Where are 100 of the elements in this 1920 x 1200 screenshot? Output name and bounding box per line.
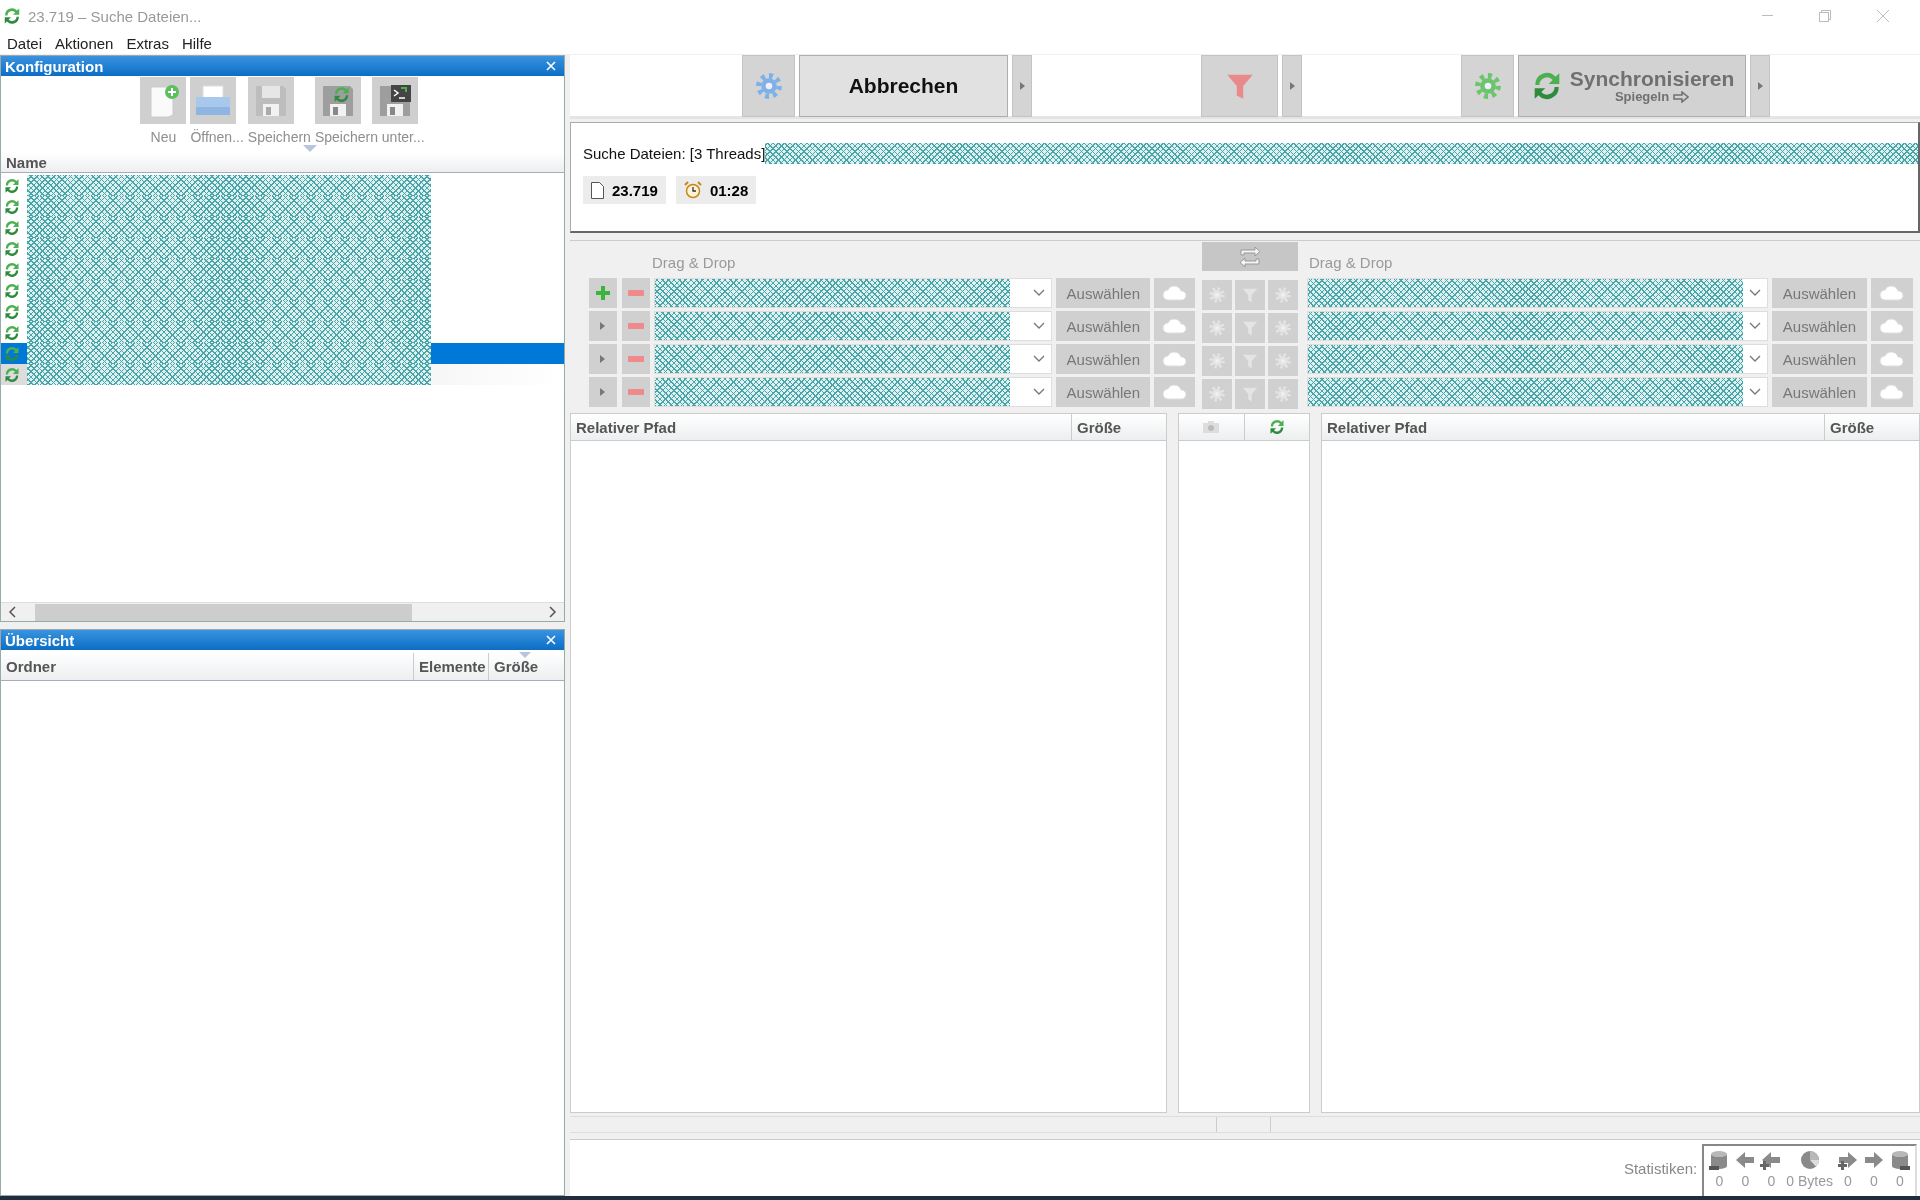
cloud-icon bbox=[1879, 384, 1905, 400]
chevron-down-icon[interactable] bbox=[1749, 289, 1761, 297]
arrow-left-plus-icon bbox=[1760, 1149, 1783, 1171]
settings-button[interactable] bbox=[1202, 313, 1232, 343]
folder-path-field[interactable] bbox=[653, 377, 1053, 407]
cloud-button[interactable] bbox=[1871, 278, 1913, 308]
folder-path-field[interactable] bbox=[653, 311, 1053, 341]
cloud-button[interactable] bbox=[1154, 344, 1195, 374]
column-header[interactable]: Name bbox=[1, 153, 564, 173]
column-header[interactable]: Größe bbox=[489, 653, 564, 680]
pie-chart-icon bbox=[1798, 1149, 1821, 1171]
minimize-icon[interactable] bbox=[1761, 15, 1773, 17]
minus-icon bbox=[627, 290, 644, 296]
sync-icon bbox=[3, 218, 21, 237]
chevron-down-icon[interactable] bbox=[1033, 322, 1046, 330]
cloud-icon bbox=[1161, 384, 1188, 400]
dropdown-button[interactable] bbox=[1282, 54, 1302, 117]
expand-button[interactable] bbox=[589, 344, 617, 374]
column-header[interactable]: Elemente bbox=[414, 653, 489, 680]
cloud-button[interactable] bbox=[1871, 344, 1913, 374]
expand-button[interactable] bbox=[589, 311, 617, 341]
settings-button[interactable] bbox=[742, 54, 795, 117]
filter-button[interactable] bbox=[1235, 346, 1265, 376]
cloud-button[interactable] bbox=[1871, 377, 1913, 407]
chevron-down-icon[interactable] bbox=[1033, 388, 1046, 396]
column-header[interactable]: Größe bbox=[1072, 414, 1166, 440]
cloud-icon bbox=[1161, 351, 1188, 367]
settings-button[interactable] bbox=[1202, 379, 1232, 409]
column-header[interactable]: Relativer Pfad bbox=[571, 414, 1072, 440]
cloud-button[interactable] bbox=[1871, 311, 1913, 341]
statistic-value: 0 bbox=[1715, 1173, 1724, 1189]
settings-icon bbox=[1274, 352, 1292, 370]
settings-icon bbox=[1274, 286, 1292, 304]
settings-button[interactable] bbox=[1202, 280, 1232, 310]
drop-hint: Drag & Drop bbox=[651, 253, 737, 273]
settings-icon bbox=[1274, 319, 1292, 337]
sync-icon bbox=[3, 260, 21, 279]
filter-button[interactable] bbox=[1235, 280, 1265, 310]
remove-folder-pair-button[interactable] bbox=[621, 278, 650, 308]
database-minus-icon bbox=[1889, 1149, 1911, 1171]
cloud-button[interactable] bbox=[1154, 311, 1195, 341]
cloud-button[interactable] bbox=[1154, 278, 1195, 308]
sync-icon bbox=[1267, 418, 1286, 436]
remove-folder-pair-button[interactable] bbox=[621, 344, 650, 374]
chevron-down-icon[interactable] bbox=[1749, 322, 1761, 330]
toolbar-button-label: Speichern unter... bbox=[314, 128, 425, 145]
counter-value: 01:28 bbox=[709, 181, 749, 199]
sync-icon bbox=[3, 344, 21, 363]
chevron-down-icon[interactable] bbox=[1033, 355, 1046, 363]
menu-item[interactable]: Aktionen bbox=[48, 34, 120, 52]
remove-folder-pair-button[interactable] bbox=[621, 311, 650, 341]
scrollbar-thumb[interactable] bbox=[35, 603, 412, 621]
menu-item[interactable]: Extras bbox=[119, 34, 175, 52]
remove-folder-pair-button[interactable] bbox=[621, 377, 650, 407]
settings-button[interactable] bbox=[1268, 346, 1298, 376]
chevron-down-icon[interactable] bbox=[1033, 289, 1046, 297]
settings-button[interactable] bbox=[1461, 54, 1514, 117]
toolbar-button-label: Öffnen... bbox=[190, 128, 244, 145]
menu-item[interactable]: Hilfe bbox=[174, 34, 218, 52]
add-folder-pair-button[interactable] bbox=[589, 278, 617, 308]
triangle-right-icon bbox=[599, 387, 607, 397]
toolbar-button-label: Speichern bbox=[247, 128, 311, 145]
plus-icon bbox=[594, 285, 611, 301]
filter-button[interactable] bbox=[1201, 54, 1278, 117]
chevron-down-icon[interactable] bbox=[1749, 388, 1761, 396]
filter-button[interactable] bbox=[1235, 379, 1265, 409]
expand-button[interactable] bbox=[589, 377, 617, 407]
column-header[interactable]: Ordner bbox=[1, 653, 414, 680]
dropdown-button[interactable] bbox=[1750, 54, 1770, 117]
restore-icon[interactable] bbox=[1819, 10, 1831, 22]
folder-path-field[interactable] bbox=[653, 344, 1053, 374]
settings-icon bbox=[1208, 385, 1226, 403]
close-icon[interactable] bbox=[1877, 10, 1889, 22]
filter-button[interactable] bbox=[1235, 313, 1265, 343]
swap-sides-button[interactable] bbox=[1202, 242, 1298, 271]
sort-icon[interactable] bbox=[519, 652, 531, 658]
settings-button[interactable] bbox=[1268, 280, 1298, 310]
counter-value: 23.719 bbox=[612, 181, 658, 199]
chevron-down-icon[interactable] bbox=[1749, 355, 1761, 363]
settings-icon bbox=[1274, 385, 1292, 403]
settings-button[interactable] bbox=[1202, 346, 1232, 376]
config-list-row[interactable] bbox=[1, 343, 564, 364]
menu-item[interactable]: Datei bbox=[0, 34, 49, 52]
cancel-button[interactable]: Abbrechen bbox=[799, 54, 1008, 117]
cloud-button[interactable] bbox=[1154, 377, 1195, 407]
column-header[interactable]: Größe bbox=[1825, 414, 1919, 440]
sync-icon bbox=[3, 239, 21, 258]
settings-button[interactable] bbox=[1268, 313, 1298, 343]
minus-icon bbox=[627, 356, 644, 362]
column-header[interactable]: Relativer Pfad bbox=[1322, 414, 1825, 440]
triangle-right-icon bbox=[1288, 80, 1296, 91]
settings-icon bbox=[1208, 352, 1226, 370]
settings-icon bbox=[753, 70, 784, 101]
settings-button[interactable] bbox=[1268, 379, 1298, 409]
sync-icon bbox=[3, 365, 21, 384]
statistic-value: 0 bbox=[1741, 1173, 1750, 1189]
dropdown-button[interactable] bbox=[1012, 54, 1032, 117]
toolbar-button-label: Neu bbox=[150, 128, 177, 145]
folder-path-field[interactable] bbox=[653, 278, 1053, 308]
statistics-label: Statistiken: bbox=[1623, 1159, 1698, 1177]
